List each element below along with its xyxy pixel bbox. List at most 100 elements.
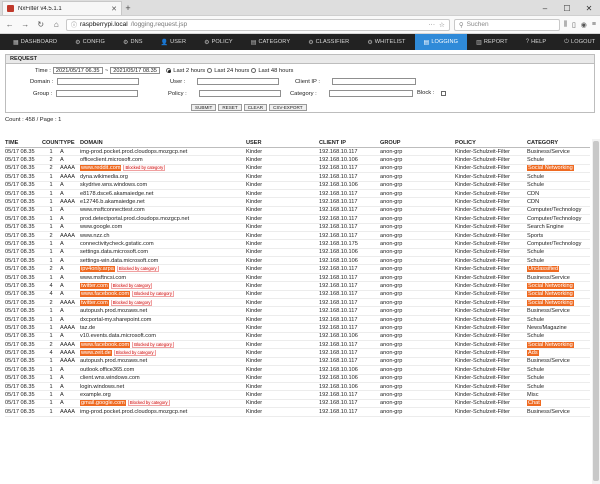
table-row[interactable]: 05/17 08.35 4 Awww.facebook.com Blocked by …: [5, 291, 590, 300]
menu-item-classifier[interactable]: ⚙ CLASSIFIER: [299, 34, 358, 50]
clear-button[interactable]: CLEAR: [243, 104, 268, 111]
bookmark-star-icon[interactable]: ☆: [439, 21, 445, 29]
menu-item-help[interactable]: ? HELP: [517, 34, 555, 50]
cell-time: 05/17 08.35: [5, 308, 35, 315]
cell-client-ip: 192.168.10.106: [319, 157, 358, 164]
table-row[interactable]: 05/17 08.35 1 Alogin.windows.net Kinder 192.…: [5, 383, 590, 392]
header-category[interactable]: CATEGORY: [527, 140, 587, 146]
table-row[interactable]: 05/17 08.35 1 AAAA e12746.b.akamaiedge.net K…: [5, 198, 590, 207]
cell-policy: Kinder-Schulzeit-Filter: [455, 232, 511, 239]
header-domain[interactable]: DOMAIN: [80, 140, 246, 146]
window-close-icon[interactable]: ✕: [578, 0, 600, 16]
request-panel-title: REQUEST: [6, 55, 594, 64]
group-field[interactable]: [56, 90, 139, 97]
back-icon[interactable]: ←: [4, 19, 16, 31]
maximize-icon[interactable]: ☐: [556, 0, 578, 16]
header-client-ip[interactable]: CLIENT IP: [319, 140, 380, 146]
header-policy[interactable]: POLICY: [455, 140, 527, 146]
cell-time: 05/17 08.35: [5, 383, 35, 390]
table-row[interactable]: 05/17 08.35 1 Aconnectivitycheck.gstatic.c…: [5, 240, 590, 249]
menu-item-category[interactable]: ▤ CATEGORY: [242, 34, 299, 50]
table-row[interactable]: 05/17 08.35 1 Aautopush.prod.mozaws.net Kin…: [5, 307, 590, 316]
header-count[interactable]: COUNT: [42, 140, 60, 146]
user-field[interactable]: [197, 78, 280, 85]
table-row[interactable]: 05/17 08.35 1 Agmail.google.com Blocked by …: [5, 400, 590, 409]
domain-field[interactable]: [57, 78, 140, 85]
submit-button[interactable]: SUBMIT: [191, 104, 217, 111]
table-row[interactable]: 05/17 08.35 4 AAAA www.zeit.de Blocked by ca…: [5, 349, 590, 358]
range-24h-radio[interactable]: [207, 68, 213, 73]
library-icon[interactable]: ⫼: [564, 21, 567, 29]
table-row[interactable]: 05/17 08.35 2 Aipv4only.arpa Blocked by cat…: [5, 265, 590, 274]
table-row[interactable]: 05/17 08.35 4 Atwitter.com Blocked by categ…: [5, 282, 590, 291]
csv-export-button[interactable]: CSV-EXPORT: [269, 104, 307, 111]
policy-field[interactable]: [198, 90, 281, 97]
new-tab-icon[interactable]: +: [122, 1, 134, 15]
site-info-icon[interactable]: ⓘ: [71, 20, 77, 29]
home-icon[interactable]: ⌂: [51, 19, 63, 31]
header-user[interactable]: USER: [246, 140, 319, 146]
table-row[interactable]: 05/17 08.35 1 Aexample.org Kinder 192.168.10…: [5, 391, 590, 400]
header-group[interactable]: GROUP: [380, 140, 455, 146]
table-row[interactable]: 05/17 08.35 1 Askydrive.wns.windows.com Kin…: [5, 182, 590, 190]
table-row[interactable]: 05/17 08.35 1 Aimg-prod.pocket.prod.cloudo…: [5, 148, 590, 157]
header-time[interactable]: TIME: [5, 140, 42, 146]
sidebar-icon[interactable]: ▯: [572, 21, 576, 29]
scrollbar-thumb[interactable]: [593, 141, 599, 481]
menu-item-report[interactable]: ▥ REPORT: [467, 34, 517, 50]
table-row[interactable]: 05/17 08.35 1 AAAA autopush.prod.mozaws.net…: [5, 358, 590, 367]
table-row[interactable]: 05/17 08.35 1 Aoutlook.office365.com Kinder…: [5, 366, 590, 375]
table-row[interactable]: 05/17 08.35 1 AAAA taz.de Kinder 192.168.10.1…: [5, 324, 590, 333]
cell-count: 1: [49, 366, 53, 373]
forward-icon[interactable]: →: [20, 19, 32, 31]
table-row[interactable]: 05/17 08.35 2 AAAA www.facebook.com Blocked …: [5, 341, 590, 350]
client-ip-field[interactable]: [332, 78, 417, 85]
table-row[interactable]: 05/17 08.35 1 Ae8178.dsce6.akamaiedge.net K…: [5, 190, 590, 199]
page-actions-icon[interactable]: ···: [429, 21, 436, 29]
url-bar[interactable]: ⓘ raspberrypi.local/logging,request.jsp …: [66, 18, 450, 31]
search-input[interactable]: ⚲ Suchen: [453, 18, 560, 31]
table-row[interactable]: 05/17 08.35 1 Adxcportal-my.sharepoint.com…: [5, 316, 590, 325]
menu-icon[interactable]: ≡: [592, 21, 596, 29]
time-to-input[interactable]: 2021/05/17 08.35: [110, 67, 161, 74]
table-row[interactable]: 05/17 08.35 1 Aprod.detectportal.prod.clou…: [5, 215, 590, 224]
header-type[interactable]: TYPE: [60, 140, 80, 146]
table-row[interactable]: 05/17 08.35 1 Av10.events.data.microsoft.c…: [5, 333, 590, 341]
table-row[interactable]: 05/17 08.35 1 AAAA img-prod.pocket.prod.clo…: [5, 408, 590, 417]
page-scrollbar[interactable]: [592, 139, 600, 484]
menu-item-logging[interactable]: ▤ LOGGING: [414, 34, 468, 50]
menu-item-logout[interactable]: ⏻ LOGOUT: [555, 34, 600, 50]
close-tab-icon[interactable]: ✕: [111, 5, 117, 13]
cell-domain: ipv4only.arpa Blocked by category: [80, 266, 246, 273]
table-row[interactable]: 05/17 08.35 1 Awww.msftconnecttest.com Kind…: [5, 207, 590, 216]
range-2h-radio[interactable]: [166, 68, 172, 73]
menu-item-config[interactable]: ⚙ CONFIG: [66, 34, 114, 50]
table-row[interactable]: 05/17 08.35 2 Aofficeclient.microsoft.com K…: [5, 156, 590, 165]
table-row[interactable]: 05/17 08.35 2 AAAA twitter.com Blocked by ca…: [5, 299, 590, 308]
block-checkbox[interactable]: [441, 90, 447, 96]
menu-item-dns[interactable]: ⚙ DNS: [114, 34, 152, 50]
table-row[interactable]: 05/17 08.35 1 Asettings.data.microsoft.com…: [5, 249, 590, 258]
reload-icon[interactable]: ↻: [35, 19, 47, 31]
account-icon[interactable]: ◉: [581, 21, 587, 29]
table-row[interactable]: 05/17 08.35 1 Awww.msftncsi.com Kinder 192.1…: [5, 274, 590, 283]
category-field[interactable]: [328, 90, 413, 97]
table-row[interactable]: 05/17 08.35 1 AAAA dyna.wikimedia.org Kinder…: [5, 173, 590, 182]
reset-button[interactable]: RESET: [218, 104, 242, 111]
menu-item-dashboard[interactable]: ▦ DASHBOARD: [4, 34, 66, 50]
table-row[interactable]: 05/17 08.35 1 Asettings-win.data.microsoft…: [5, 257, 590, 266]
cell-group: anon-grp: [380, 207, 403, 214]
range-48h-radio[interactable]: [251, 68, 257, 73]
table-row[interactable]: 05/17 08.35 2 AAAA www.nzz.ch Kinder 192.168.…: [5, 232, 590, 241]
cell-time: 05/17 08.35: [5, 366, 35, 373]
browser-tab[interactable]: NxFilter v4.5.1.1 ✕: [2, 1, 122, 15]
table-row[interactable]: 05/17 08.35 1 Aclient.wns.windows.com Kinde…: [5, 375, 590, 383]
table-row[interactable]: 05/17 08.35 2 AAAA www.reddit.com Blocked by…: [5, 165, 590, 174]
menu-item-user[interactable]: 👤 USER: [152, 34, 196, 50]
minimize-icon[interactable]: –: [534, 0, 556, 16]
time-from-input[interactable]: 2021/05/17 06.35: [52, 67, 103, 74]
cell-domain: img-prod.pocket.prod.cloudops.mozgcp.net: [80, 408, 188, 415]
menu-item-whitelist[interactable]: ⚙ WHITELIST: [358, 34, 414, 50]
table-row[interactable]: 05/17 08.35 1 Awww.google.com Kinder 192.168…: [5, 224, 590, 232]
menu-item-policy[interactable]: ⚙ POLICY: [195, 34, 242, 50]
